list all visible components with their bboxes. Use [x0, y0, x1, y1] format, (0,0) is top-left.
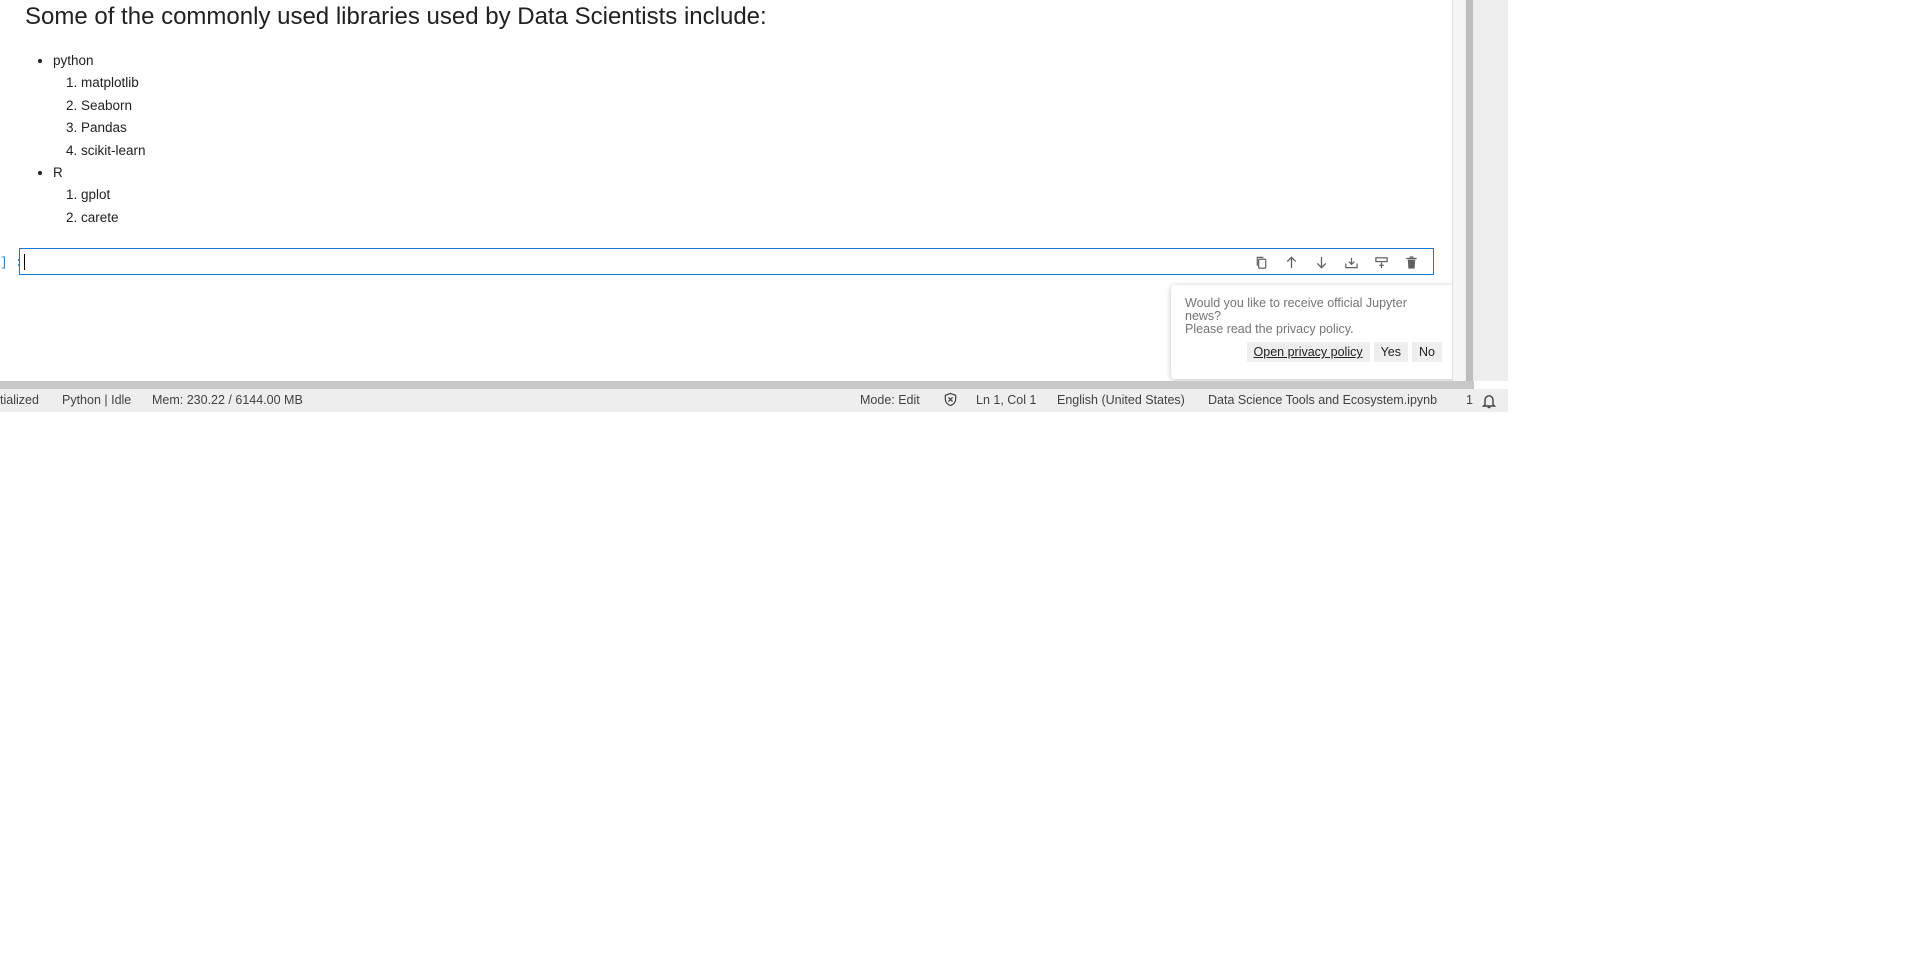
delete-cell-button[interactable] — [1399, 252, 1423, 272]
list-item: carete — [81, 207, 146, 230]
move-up-button[interactable] — [1279, 252, 1303, 272]
bell-icon — [1481, 395, 1497, 409]
trust-shield-icon[interactable] — [943, 392, 958, 410]
insert-below-button[interactable] — [1339, 252, 1363, 272]
news-actions: Open privacy policy Yes No — [1246, 342, 1442, 362]
yes-button[interactable]: Yes — [1373, 342, 1409, 362]
move-down-icon — [1316, 256, 1326, 269]
move-down-button[interactable] — [1309, 252, 1333, 272]
news-question: Would you like to receive official Jupyt… — [1185, 296, 1407, 323]
notebook-panel: Some of the commonly used libraries used… — [0, 0, 1452, 381]
list-item: Pandas — [81, 117, 146, 140]
list-item-r: R gplot carete — [53, 162, 146, 229]
spellcheck-language[interactable]: English (United States) — [1057, 393, 1185, 407]
open-privacy-policy-button[interactable]: Open privacy policy — [1246, 342, 1370, 362]
notification-count: 1 — [1466, 393, 1473, 407]
duplicate-cell-button[interactable] — [1249, 252, 1273, 272]
insert-below-icon — [1344, 257, 1358, 268]
r-libraries: gplot carete — [53, 184, 146, 229]
editor-mode: Mode: Edit — [860, 393, 920, 407]
insert-above-button[interactable] — [1369, 252, 1393, 272]
list-item: scikit-learn — [81, 140, 146, 163]
python-libraries: matplotlib Seaborn Pandas scikit-learn — [53, 72, 146, 162]
news-privacy-note: Please read the privacy policy. — [1185, 322, 1354, 336]
list-item: Seaborn — [81, 95, 146, 118]
right-sidebar-gutter — [1465, 0, 1508, 390]
notebook-scrollbar[interactable] — [1452, 0, 1465, 381]
insert-above-icon — [1374, 256, 1388, 268]
list-item: gplot — [81, 184, 146, 207]
news-message: Would you like to receive official Jupyt… — [1185, 297, 1445, 336]
code-cell-editor[interactable] — [19, 248, 1434, 275]
jupyter-app: Some of the commonly used libraries used… — [0, 0, 1508, 412]
sidebar-scroll-thumb[interactable] — [1466, 0, 1473, 390]
horizontal-scrollbar[interactable] — [0, 381, 1474, 389]
list-item-python: python matplotlib Seaborn Pandas scikit-… — [53, 50, 146, 162]
kernel-status[interactable]: Python | Idle — [62, 393, 131, 407]
list-item: matplotlib — [81, 72, 146, 95]
delete-icon — [1405, 255, 1417, 269]
shield-icon — [944, 392, 957, 407]
no-button[interactable]: No — [1412, 342, 1442, 362]
markdown-heading: Some of the commonly used libraries used… — [25, 3, 767, 30]
kernel-init-status: tialized — [0, 393, 39, 407]
list-item-label: python — [53, 53, 94, 68]
jupyter-news-popup: Would you like to receive official Jupyt… — [1171, 285, 1452, 379]
list-item-label: R — [53, 165, 63, 180]
notebook-filename: Data Science Tools and Ecosystem.ipynb — [1208, 393, 1438, 407]
cursor-position[interactable]: Ln 1, Col 1 — [976, 393, 1036, 407]
library-list: python matplotlib Seaborn Pandas scikit-… — [25, 50, 146, 229]
duplicate-icon — [1256, 256, 1266, 269]
memory-usage: Mem: 230.22 / 6144.00 MB — [152, 393, 303, 407]
status-bar: tialized Python | Idle Mem: 230.22 / 614… — [0, 389, 1508, 412]
text-cursor — [24, 254, 25, 270]
notifications-button[interactable] — [1481, 393, 1497, 412]
cell-toolbar — [1249, 252, 1423, 272]
move-up-icon — [1286, 255, 1296, 268]
